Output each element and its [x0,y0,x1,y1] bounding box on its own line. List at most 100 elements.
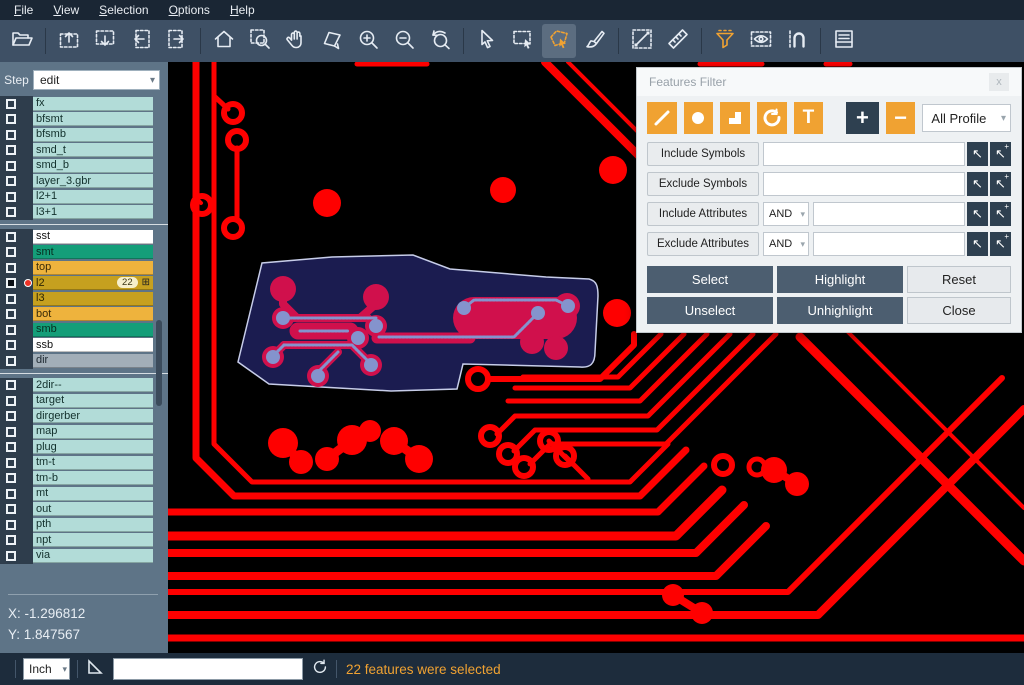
pick-add-from-canvas-button[interactable]: ↖+ [990,232,1011,256]
layer-row[interactable]: smt ⊞ [0,245,168,261]
layer-row[interactable]: target ⊞ [0,393,168,409]
ruler-button[interactable] [661,24,695,58]
layer-row[interactable]: bfsmb ⊞ [0,127,168,143]
open-button[interactable] [5,24,39,58]
layer-visibility-checkbox[interactable] [6,458,16,468]
layer-name-band[interactable]: smd_b ⊞ [33,159,153,173]
filter-row-label-button[interactable]: Exclude Attributes [647,232,759,256]
line-feature-button[interactable] [647,102,677,134]
zoom-previous-button[interactable] [423,24,457,58]
layer-name-band[interactable]: sst ⊞ [33,230,153,244]
layer-name-band[interactable]: target ⊞ [33,394,153,408]
layer-row[interactable]: out ⊞ [0,502,168,518]
menu-item[interactable]: Options [159,1,220,19]
layer-name-band[interactable]: map ⊞ [33,425,153,439]
layer-visibility-checkbox[interactable] [6,114,16,124]
angle-mode-icon[interactable] [85,657,105,682]
zoom-home-button[interactable] [207,24,241,58]
layer-name-band[interactable]: top ⊞ [33,261,153,275]
panel-list-button[interactable] [827,24,861,58]
layer-visibility-checkbox[interactable] [6,396,16,406]
layer-row[interactable]: tm-b ⊞ [0,471,168,487]
brush-select-button[interactable] [578,24,612,58]
layer-visibility-checkbox[interactable] [6,551,16,561]
zoom-in-button[interactable] [351,24,385,58]
menu-item[interactable]: Help [220,1,265,19]
layer-name-band[interactable]: smd_t ⊞ [33,143,153,157]
surface-feature-button[interactable] [720,102,750,134]
rect-select-button[interactable] [506,24,540,58]
layer-visibility-checkbox[interactable] [6,176,16,186]
filter-value-input[interactable] [763,142,965,166]
layer-visibility-checkbox[interactable] [6,232,16,242]
pan-down-button[interactable] [88,24,122,58]
layer-visibility-checkbox[interactable] [6,192,16,202]
layer-visibility-checkbox[interactable] [6,489,16,499]
layer-visibility-checkbox[interactable] [6,99,16,109]
layer-row[interactable]: layer_3.gbr ⊞ [0,174,168,190]
zoom-area-button[interactable] [243,24,277,58]
layer-name-band[interactable]: dirgerber ⊞ [33,409,153,423]
menu-item[interactable]: View [43,1,89,19]
layer-row[interactable]: tm-t ⊞ [0,455,168,471]
layer-visibility-checkbox[interactable] [6,278,16,288]
unselect-button[interactable]: Unselect [647,297,773,324]
layer-row[interactable]: l3+1 ⊞ [0,205,168,221]
layer-visibility-checkbox[interactable] [6,356,16,366]
layer-name-band[interactable]: ssb ⊞ [33,338,153,352]
operator-select[interactable]: AND ▾ [763,232,809,256]
select-button[interactable]: Select [647,266,773,293]
layer-visibility-checkbox[interactable] [6,207,16,217]
layer-name-band[interactable]: l3 ⊞ [33,292,153,306]
layer-visibility-checkbox[interactable] [6,263,16,273]
layer-row[interactable]: ssb ⊞ [0,338,168,354]
layer-name-band[interactable]: npt ⊞ [33,533,153,547]
pan-hand-button[interactable] [279,24,313,58]
layer-name-band[interactable]: 2dir-- ⊞ [33,378,153,392]
layer-row[interactable]: bfsmt ⊞ [0,112,168,128]
filter-row-label-button[interactable]: Include Attributes [647,202,759,226]
pick-from-canvas-button[interactable]: ↖ [967,232,988,256]
layer-row[interactable]: 2dir-- ⊞ [0,378,168,394]
menu-item[interactable]: Selection [89,1,158,19]
menu-item[interactable]: File [4,1,43,19]
layer-row[interactable]: bot ⊞ [0,307,168,323]
layer-visibility-checkbox[interactable] [6,427,16,437]
pick-from-canvas-button[interactable]: ↖ [967,172,988,196]
layer-row[interactable]: l2+1 ⊞ [0,189,168,205]
layer-name-band[interactable]: bfsmt ⊞ [33,112,153,126]
layer-list-scrollbar[interactable] [156,320,162,406]
layer-row[interactable]: l2 22 ⊞ [0,276,168,292]
layer-row[interactable]: smb ⊞ [0,322,168,338]
layer-name-band[interactable]: bfsmb ⊞ [33,128,153,142]
layer-name-band[interactable]: bot ⊞ [33,307,153,321]
select-arrow-button[interactable] [470,24,504,58]
close-button[interactable]: Close [907,297,1011,324]
layer-row[interactable]: smd_b ⊞ [0,158,168,174]
unhighlight-button[interactable]: Unhighlight [777,297,903,324]
pick-add-from-canvas-button[interactable]: ↖+ [990,202,1011,226]
layer-visibility-checkbox[interactable] [6,442,16,452]
layer-row[interactable]: dir ⊞ [0,353,168,369]
layer-visibility-checkbox[interactable] [6,294,16,304]
measure-line-button[interactable] [625,24,659,58]
layer-visibility-checkbox[interactable] [6,161,16,171]
layer-name-band[interactable]: l2 22 ⊞ [33,276,153,290]
command-input[interactable] [113,658,303,680]
layer-name-band[interactable]: via ⊞ [33,549,153,563]
text-feature-button[interactable]: T [794,102,824,134]
layer-visibility-checkbox[interactable] [6,145,16,155]
profile-select[interactable]: All Profile ▾ [922,104,1011,132]
refresh-icon[interactable] [311,658,329,681]
layer-name-band[interactable]: pth ⊞ [33,518,153,532]
layer-row[interactable]: npt ⊞ [0,533,168,549]
dialog-title-bar[interactable]: Features Filter x [637,68,1021,96]
layer-visibility-checkbox[interactable] [6,520,16,530]
layer-name-band[interactable]: l2+1 ⊞ [33,190,153,204]
layer-name-band[interactable]: out ⊞ [33,502,153,516]
reset-button[interactable]: Reset [907,266,1011,293]
layer-row[interactable]: plug ⊞ [0,440,168,456]
pad-feature-button[interactable] [684,102,714,134]
layer-visibility-checkbox[interactable] [6,340,16,350]
arc-feature-button[interactable] [757,102,787,134]
